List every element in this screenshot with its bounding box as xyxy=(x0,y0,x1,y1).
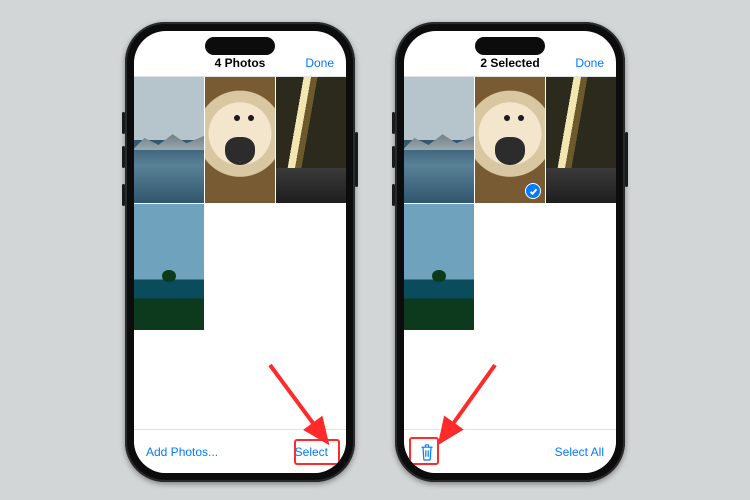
trash-icon xyxy=(419,443,435,461)
screen: 4 Photos Done Add Photos... Select xyxy=(134,31,346,473)
nav-title: 4 Photos xyxy=(215,56,266,70)
toolbar: Select All xyxy=(404,429,616,473)
done-button[interactable]: Done xyxy=(575,56,604,70)
iphone-frame-left: 4 Photos Done Add Photos... Select xyxy=(125,22,355,482)
photo-thumbnail[interactable] xyxy=(205,77,275,203)
selection-check-icon xyxy=(596,183,612,199)
nav-title: 2 Selected xyxy=(480,56,539,70)
select-button[interactable]: Select xyxy=(289,442,334,462)
iphone-frame-right: 2 Selected Done xyxy=(395,22,625,482)
select-all-button[interactable]: Select All xyxy=(555,445,604,459)
photo-thumbnail[interactable] xyxy=(134,204,204,330)
photo-thumbnail[interactable] xyxy=(276,77,346,203)
photo-thumbnail[interactable] xyxy=(404,204,474,330)
add-photos-button[interactable]: Add Photos... xyxy=(146,445,218,459)
toolbar: Add Photos... Select xyxy=(134,429,346,473)
selection-check-icon xyxy=(525,183,541,199)
done-button[interactable]: Done xyxy=(305,56,334,70)
photo-thumbnail[interactable] xyxy=(475,77,545,203)
photo-gallery xyxy=(404,77,616,387)
photo-thumbnail[interactable] xyxy=(404,77,474,203)
dynamic-island xyxy=(205,37,275,55)
trash-button[interactable] xyxy=(416,441,438,463)
photo-thumbnail[interactable] xyxy=(546,77,616,203)
photo-gallery xyxy=(134,77,346,387)
photo-thumbnail[interactable] xyxy=(134,77,204,203)
dynamic-island xyxy=(475,37,545,55)
screen: 2 Selected Done xyxy=(404,31,616,473)
